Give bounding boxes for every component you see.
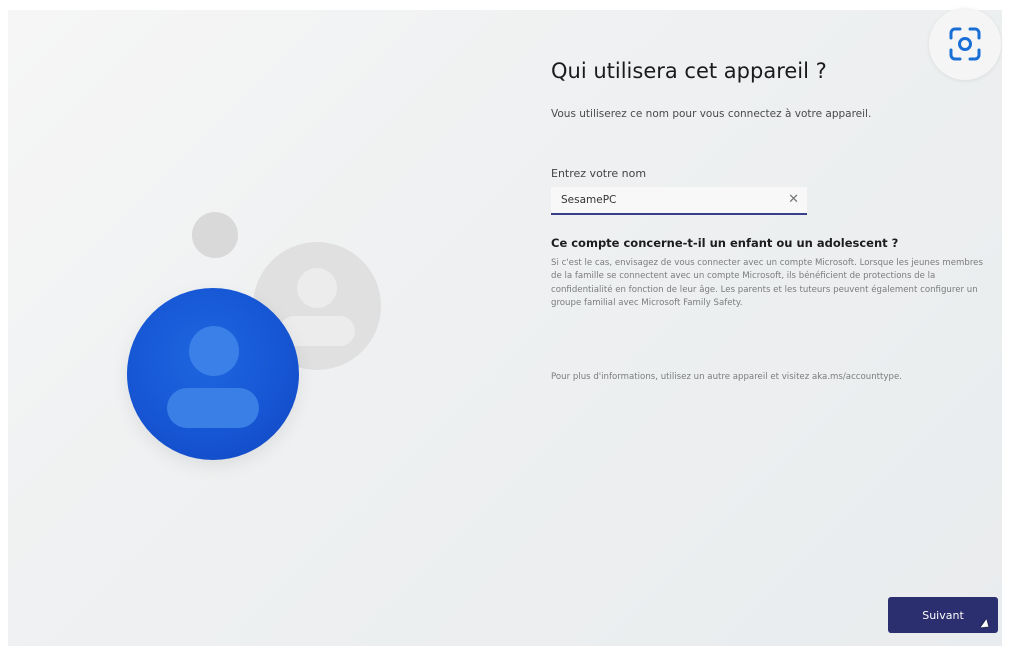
decorative-dot: [192, 212, 238, 258]
user-avatar-head: [189, 326, 239, 376]
child-account-question: Ce compte concerne-t-il un enfant ou un …: [551, 236, 899, 250]
lens-scan-button[interactable]: [929, 8, 1001, 80]
name-input[interactable]: [551, 187, 781, 213]
ghost-avatar-head: [297, 268, 337, 308]
page-title: Qui utilisera cet appareil ?: [551, 59, 827, 83]
page-subtitle: Vous utiliserez ce nom pour vous connect…: [551, 108, 872, 120]
more-info-text: Pour plus d'informations, utilisez un au…: [551, 372, 902, 382]
name-field: ✕: [551, 187, 807, 215]
child-account-description: Si c'est le cas, envisagez de vous conne…: [551, 258, 983, 309]
oobe-screen: Qui utilisera cet appareil ? Vous utilis…: [8, 10, 1002, 646]
clear-icon[interactable]: ✕: [788, 191, 799, 209]
name-field-label: Entrez votre nom: [551, 167, 647, 180]
user-avatar-body: [167, 388, 259, 428]
user-avatar-illustration: [127, 288, 299, 460]
lens-scan-icon: [949, 27, 981, 61]
